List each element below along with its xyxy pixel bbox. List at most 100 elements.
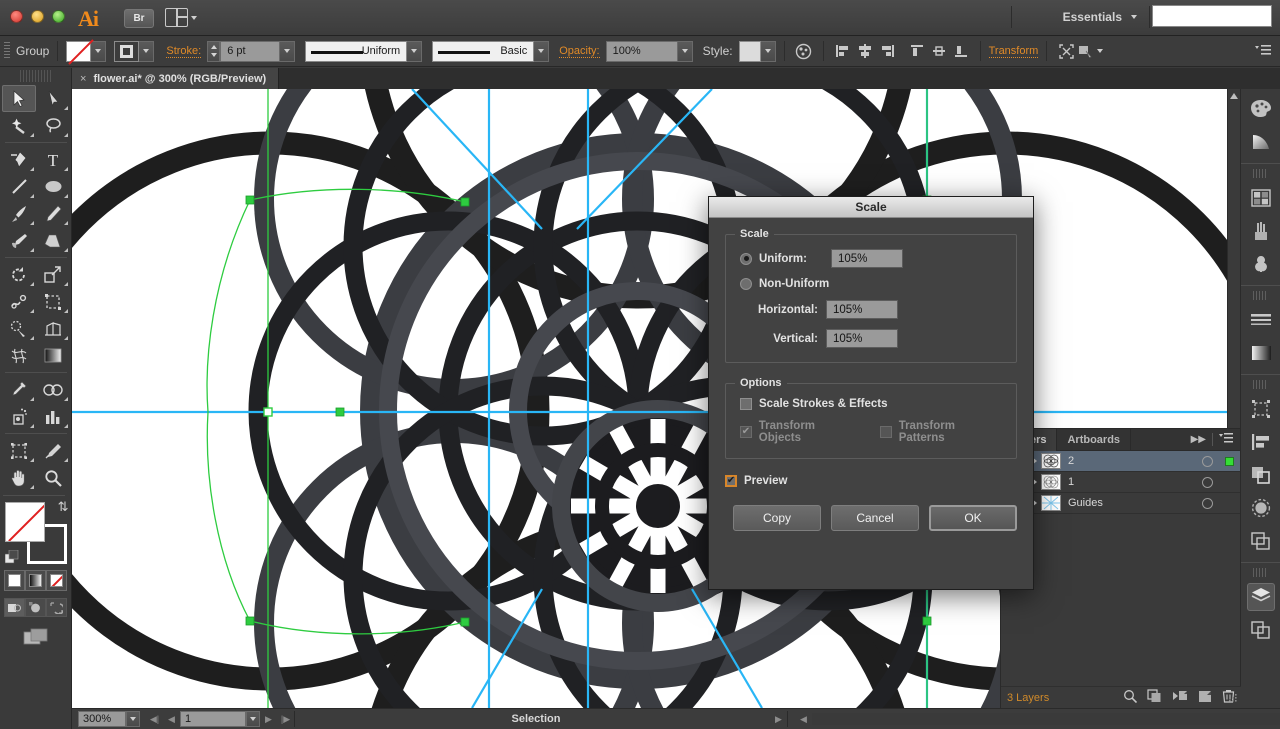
stroke-color-control[interactable] — [114, 40, 155, 62]
brushes-panel-icon[interactable] — [1241, 214, 1280, 247]
status-text[interactable]: Selection — [302, 713, 770, 725]
layer-target-indicator[interactable] — [1196, 497, 1218, 509]
fill-dropdown-button[interactable] — [91, 40, 107, 62]
horizontal-row[interactable]: Horizontal: 105% — [740, 300, 1002, 319]
fill-none-swatch[interactable] — [66, 40, 92, 62]
direct-selection-tool[interactable] — [36, 85, 70, 112]
type-tool[interactable]: T — [36, 146, 70, 173]
symbol-sprayer-tool[interactable] — [2, 403, 36, 430]
blob-brush-tool[interactable] — [2, 227, 36, 254]
stroke-weight-stepper[interactable] — [207, 40, 221, 62]
layer-name[interactable]: 1 — [1068, 476, 1196, 488]
arrange-documents-button[interactable] — [165, 8, 197, 27]
free-transform-tool[interactable] — [36, 288, 70, 315]
vertical-row[interactable]: Vertical: 105% — [740, 329, 1002, 348]
copy-button[interactable]: Copy — [733, 505, 821, 531]
preview-row[interactable]: ✔ Preview — [725, 475, 1017, 487]
workspace-switcher[interactable]: Essentials — [1055, 7, 1145, 27]
color-guide-panel-icon[interactable] — [1241, 125, 1280, 158]
make-clipping-mask-icon[interactable] — [1147, 689, 1162, 706]
non-uniform-radio[interactable] — [740, 278, 752, 290]
tab-artboards[interactable]: Artboards — [1057, 428, 1132, 451]
none-button[interactable] — [46, 570, 67, 591]
artboard-dropdown-button[interactable] — [246, 711, 260, 727]
swatches-panel-icon[interactable] — [1241, 181, 1280, 214]
locate-object-icon[interactable] — [1123, 689, 1138, 706]
opacity-dropdown-button[interactable] — [677, 40, 693, 62]
screen-mode-button[interactable] — [0, 627, 71, 647]
close-icon[interactable]: × — [80, 73, 86, 85]
table-row[interactable]: 2 — [1001, 450, 1240, 472]
paintbrush-tool[interactable] — [2, 200, 36, 227]
pencil-tool[interactable] — [36, 200, 70, 227]
scale-dialog[interactable]: Scale Scale Uniform: 105% Non-Uniform Ho… — [708, 196, 1034, 590]
bridge-button[interactable]: Br — [124, 9, 154, 28]
control-bar-grip[interactable] — [4, 42, 10, 60]
pathfinder-panel-icon[interactable] — [1241, 458, 1280, 491]
stroke-profile-dropdown-button[interactable] — [407, 40, 423, 62]
zoom-level-dropdown-button[interactable] — [126, 711, 140, 727]
uniform-radio[interactable] — [740, 252, 752, 265]
transform-panel-icon[interactable] — [1241, 392, 1280, 425]
scale-strokes-row[interactable]: Scale Strokes & Effects — [740, 398, 1002, 410]
non-uniform-row[interactable]: Non-Uniform — [740, 278, 1002, 290]
drawing-mode-buttons[interactable] — [0, 598, 71, 617]
horizontal-input[interactable]: 105% — [826, 300, 898, 319]
layer-name[interactable]: 2 — [1068, 455, 1196, 467]
select-similar-objects-button[interactable] — [1077, 43, 1104, 60]
selection-tool[interactable] — [2, 85, 36, 112]
blend-tool[interactable] — [36, 376, 70, 403]
color-panel-icon[interactable] — [1241, 92, 1280, 125]
eyedropper-tool[interactable] — [2, 376, 36, 403]
pen-tool[interactable] — [2, 146, 36, 173]
panel-resize-grip[interactable] — [1228, 693, 1238, 706]
cancel-button[interactable]: Cancel — [831, 505, 919, 531]
document-tab[interactable]: × flower.ai* @ 300% (RGB/Preview) — [72, 68, 280, 89]
align-panel-icon[interactable] — [1241, 425, 1280, 458]
scale-strokes-checkbox[interactable] — [740, 398, 752, 410]
uniform-input[interactable]: 105% — [831, 249, 903, 268]
layer-target-indicator[interactable] — [1196, 455, 1218, 467]
mesh-tool[interactable] — [2, 342, 36, 369]
hand-tool[interactable] — [2, 464, 36, 491]
align-right-button[interactable] — [876, 40, 898, 62]
distribute-center-vertical-button[interactable] — [928, 40, 950, 62]
graphic-style-swatch[interactable] — [738, 40, 761, 62]
dock-group-grip[interactable] — [1253, 291, 1268, 300]
layer-selection-indicator[interactable] — [1218, 456, 1240, 466]
draw-inside-button[interactable] — [46, 598, 67, 617]
last-artboard-button[interactable]: |▶ — [277, 710, 294, 728]
shape-builder-tool[interactable] — [2, 315, 36, 342]
preview-checkbox[interactable]: ✔ — [725, 475, 737, 487]
next-artboard-button[interactable]: ▶ — [260, 710, 277, 728]
symbols-panel-icon[interactable] — [1241, 247, 1280, 280]
slice-tool[interactable] — [36, 437, 70, 464]
table-row[interactable]: Guides — [1001, 492, 1240, 514]
gradient-tool[interactable] — [36, 342, 70, 369]
color-mode-buttons[interactable] — [0, 570, 71, 591]
distribute-bottom-button[interactable] — [950, 40, 972, 62]
transform-panel-link[interactable]: Transform — [988, 45, 1039, 58]
ellipse-tool[interactable] — [36, 173, 70, 200]
create-new-sublayer-icon[interactable] — [1172, 689, 1188, 706]
vertical-input[interactable]: 105% — [826, 329, 898, 348]
distribute-top-button[interactable] — [906, 40, 928, 62]
recolor-artwork-button[interactable] — [793, 40, 815, 62]
stroke-dropdown-button[interactable] — [139, 40, 155, 62]
search-input[interactable] — [1152, 5, 1272, 27]
layers-panel-icon[interactable] — [1241, 580, 1280, 613]
previous-artboard-button[interactable]: ◀ — [163, 710, 180, 728]
panel-menu-icon[interactable] — [1219, 432, 1233, 447]
ok-button[interactable]: OK — [929, 505, 1017, 531]
horizontal-scroll-left-button[interactable]: ◀ — [795, 710, 812, 728]
zoom-level-input[interactable]: 300% — [78, 711, 126, 727]
gradient-panel-icon[interactable] — [1241, 336, 1280, 369]
brush-definition-select[interactable]: Basic — [432, 40, 535, 62]
draw-normal-button[interactable] — [4, 598, 25, 617]
isolate-selected-object-button[interactable] — [1055, 40, 1077, 62]
fill-stroke-controls[interactable]: ⇅ — [4, 499, 69, 564]
rotate-tool[interactable] — [2, 261, 36, 288]
transparency-panel-icon[interactable] — [1241, 491, 1280, 524]
dialog-title-bar[interactable]: Scale — [709, 197, 1033, 218]
lasso-tool[interactable] — [36, 112, 70, 139]
